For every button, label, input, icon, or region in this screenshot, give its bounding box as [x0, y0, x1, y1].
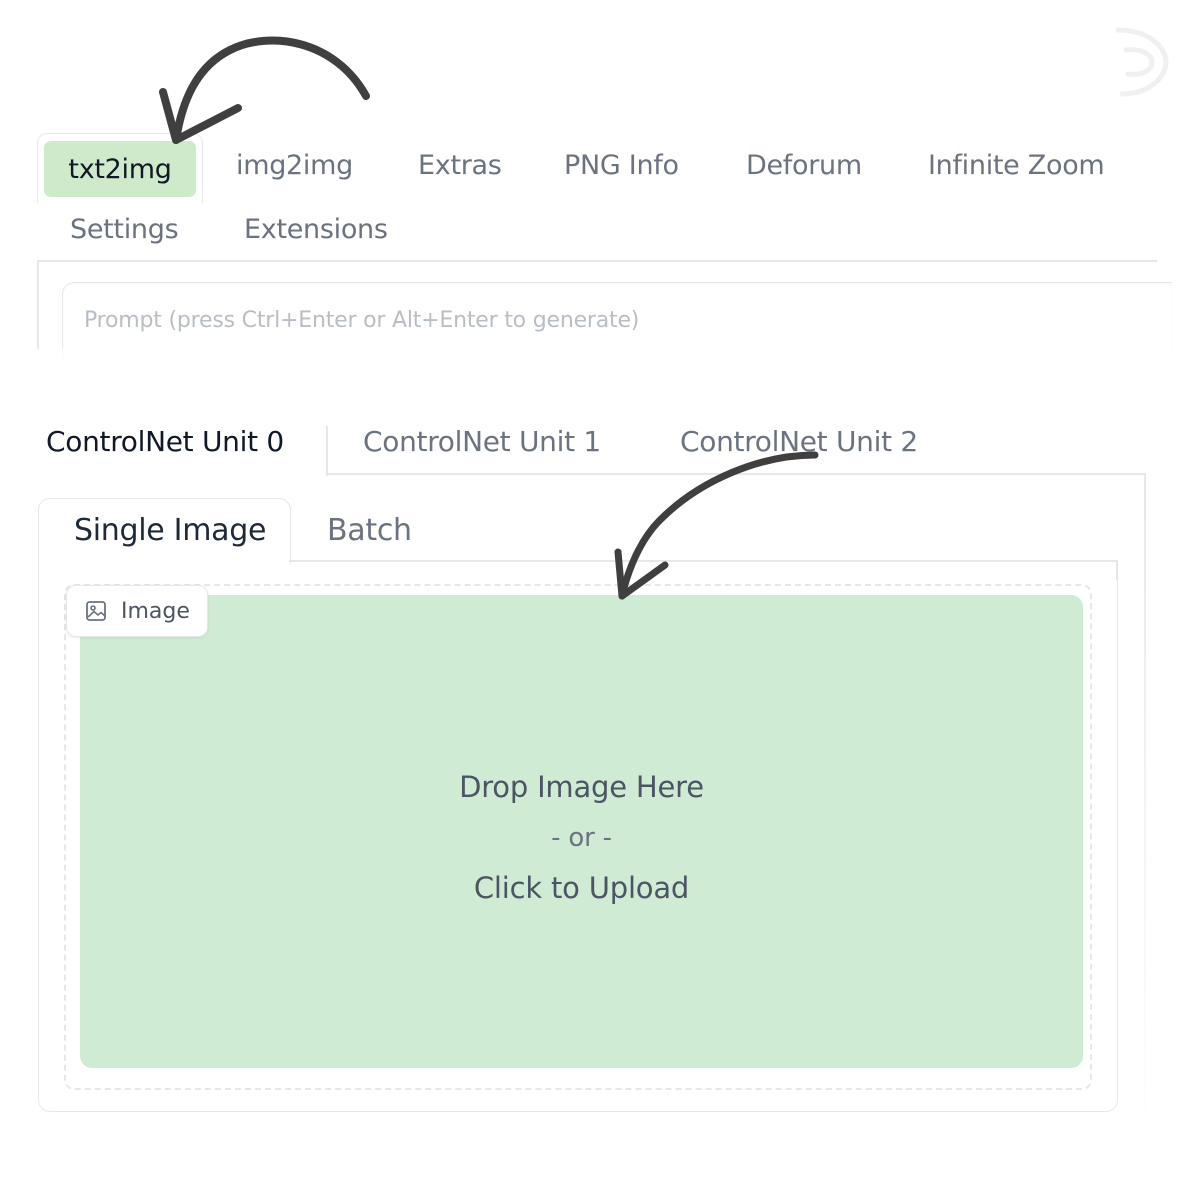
click-to-upload-text: Click to Upload [473, 871, 690, 905]
tab-txt2img[interactable]: txt2img [44, 141, 196, 197]
image-label-text: Image [121, 598, 190, 624]
prompt-placeholder: Prompt (press Ctrl+Enter or Alt+Enter to… [84, 308, 640, 333]
sub-tab-divider [289, 560, 1118, 562]
image-icon [85, 600, 107, 622]
tab-controlnet-unit-1[interactable]: ControlNet Unit 1 [363, 425, 601, 458]
or-text: - or - [551, 823, 612, 853]
tab-settings[interactable]: Settings [70, 214, 179, 245]
tab-png-info[interactable]: PNG Info [564, 150, 679, 181]
tab-controlnet-unit-2[interactable]: ControlNet Unit 2 [680, 425, 918, 458]
tab-controlnet-unit-0[interactable]: ControlNet Unit 0 [46, 425, 284, 458]
watermark-logo-icon [1115, 27, 1169, 97]
tab-deforum[interactable]: Deforum [746, 150, 862, 181]
controlnet-panel-border [1144, 473, 1146, 1153]
controlnet-tab-divider [326, 473, 1146, 475]
tab-infinite-zoom[interactable]: Infinite Zoom [928, 150, 1105, 181]
image-block-label: Image [66, 585, 208, 637]
crop-fade [0, 348, 1200, 388]
tab-single-image[interactable]: Single Image [74, 513, 266, 548]
tab-img2img[interactable]: img2img [236, 150, 353, 181]
panel-left-border [37, 260, 39, 350]
panel-right-border [1116, 560, 1118, 580]
tab-extras[interactable]: Extras [418, 150, 502, 181]
tab-bar-divider [37, 260, 1157, 262]
controlnet-tab-separator [326, 426, 328, 476]
drop-image-text: Drop Image Here [459, 770, 704, 804]
tab-batch[interactable]: Batch [327, 513, 412, 548]
tab-extensions[interactable]: Extensions [244, 214, 388, 245]
image-dropzone[interactable]: Drop Image Here - or - Click to Upload [80, 595, 1083, 1068]
